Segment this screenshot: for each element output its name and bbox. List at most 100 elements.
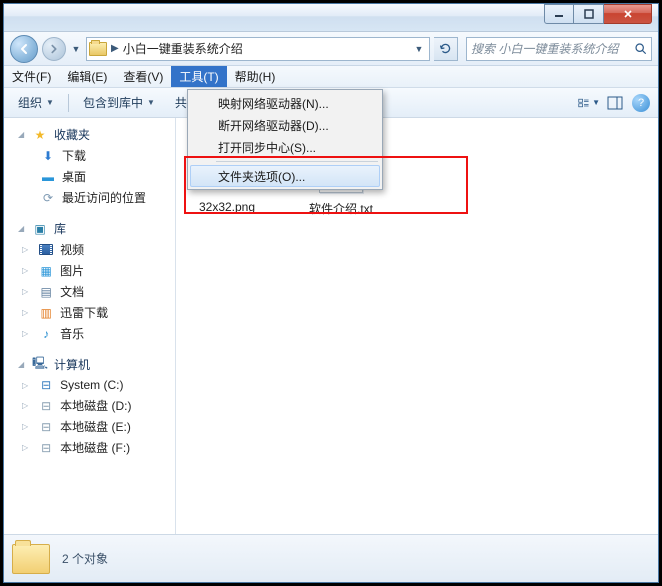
- sidebar-item-drive-c[interactable]: ▷ ⊟ System (C:): [4, 375, 175, 395]
- close-button[interactable]: [604, 4, 652, 24]
- maximize-button[interactable]: [574, 4, 604, 24]
- address-path: 小白一键重装系统介绍: [123, 40, 407, 57]
- menu-view[interactable]: 查看(V): [115, 66, 171, 87]
- explorer-window: ▼ ▶ 小白一键重装系统介绍 ▼ 搜索 小白一键重装系统介绍 文件(F) 编辑(…: [3, 3, 659, 583]
- item-label: 本地磁盘 (F:): [60, 439, 130, 456]
- organize-button[interactable]: 组织 ▼: [10, 91, 62, 114]
- drive-icon: ⊟: [38, 377, 54, 393]
- search-placeholder: 搜索 小白一键重装系统介绍: [471, 40, 630, 57]
- sidebar-item-downloads[interactable]: ⬇ 下载: [4, 145, 175, 166]
- expand-icon: ▷: [22, 266, 28, 275]
- picture-icon: ▦: [38, 263, 54, 279]
- chevron-down-icon: ▼: [147, 98, 155, 107]
- preview-pane-button[interactable]: [604, 92, 626, 114]
- thunder-icon: ▥: [38, 305, 54, 321]
- music-icon: ♪: [38, 326, 54, 342]
- menu-disconnect-network-drive[interactable]: 断开网络驱动器(D)...: [190, 114, 380, 136]
- document-icon: ▤: [38, 284, 54, 300]
- sidebar-item-thunder[interactable]: ▷ ▥ 迅雷下载: [4, 302, 175, 323]
- include-in-library-button[interactable]: 包含到库中 ▼: [75, 91, 163, 114]
- status-bar: 2 个对象: [4, 534, 658, 582]
- libraries-header[interactable]: ◢ ▣ 库: [4, 218, 175, 239]
- address-bar[interactable]: ▶ 小白一键重装系统介绍 ▼: [86, 37, 430, 61]
- download-icon: ⬇: [40, 148, 56, 164]
- drive-icon: ⊟: [38, 398, 54, 414]
- sidebar-item-music[interactable]: ▷♪音乐: [4, 323, 175, 344]
- libraries-group: ◢ ▣ 库 ▷视频 ▷▦图片 ▷▤文档 ▷▥迅雷下载 ▷♪音乐: [4, 218, 175, 344]
- collapse-icon: ◢: [18, 360, 26, 369]
- menu-open-sync-center[interactable]: 打开同步中心(S)...: [190, 136, 380, 158]
- nav-history-dropdown[interactable]: ▼: [70, 39, 82, 59]
- item-label: 文档: [60, 283, 84, 300]
- sidebar-item-pictures[interactable]: ▷ ▦ 图片: [4, 260, 175, 281]
- item-label: 最近访问的位置: [62, 189, 146, 206]
- help-button[interactable]: ?: [630, 92, 652, 114]
- item-label: 桌面: [62, 168, 86, 185]
- help-icon: ?: [632, 94, 650, 112]
- menu-bar: 文件(F) 编辑(E) 查看(V) 工具(T) 帮助(H): [4, 66, 658, 88]
- expand-icon: ▷: [22, 401, 28, 410]
- favorites-header[interactable]: ◢ ★ 收藏夹: [4, 124, 175, 145]
- star-icon: ★: [32, 127, 48, 143]
- sidebar-item-drive-f[interactable]: ▷ ⊟ 本地磁盘 (F:): [4, 437, 175, 458]
- expand-icon: ▷: [22, 443, 28, 452]
- expand-icon: ▷: [22, 329, 28, 338]
- menu-folder-options[interactable]: 文件夹选项(O)...: [190, 165, 380, 187]
- item-label: System (C:): [60, 378, 123, 392]
- menu-separator: [216, 161, 378, 162]
- sidebar-item-desktop[interactable]: ▬ 桌面: [4, 166, 175, 187]
- file-name: 32x32.png: [199, 200, 255, 214]
- favorites-group: ◢ ★ 收藏夹 ⬇ 下载 ▬ 桌面 ⟳ 最近访问的位置: [4, 124, 175, 208]
- view-options-button[interactable]: ▼: [578, 92, 600, 114]
- menu-help[interactable]: 帮助(H): [227, 66, 284, 87]
- tools-menu-dropdown: 映射网络驱动器(N)... 断开网络驱动器(D)... 打开同步中心(S)...…: [187, 89, 383, 190]
- menu-map-network-drive[interactable]: 映射网络驱动器(N)...: [190, 92, 380, 114]
- expand-icon: ▷: [22, 287, 28, 296]
- sidebar-item-recent[interactable]: ⟳ 最近访问的位置: [4, 187, 175, 208]
- breadcrumb-chevron-icon: ▶: [111, 43, 119, 54]
- item-label: 下载: [62, 147, 86, 164]
- include-label: 包含到库中: [83, 94, 143, 111]
- sidebar-item-drive-d[interactable]: ▷⊟本地磁盘 (D:): [4, 395, 175, 416]
- computer-group: ◢ 🖳 计算机 ▷⊟System (C:) ▷⊟本地磁盘 (D:) ▷⊟本地磁盘…: [4, 354, 175, 458]
- libraries-label: 库: [54, 220, 66, 237]
- chevron-down-icon: ▼: [46, 98, 54, 107]
- navigation-pane[interactable]: ◢ ★ 收藏夹 ⬇下载 ▬桌面 ⟳最近访问的位置 ◢ ▣ 库 ▷视频 ▷▦图片 …: [4, 118, 176, 534]
- expand-icon: ▷: [22, 245, 28, 254]
- status-text: 2 个对象: [62, 550, 108, 567]
- menu-file[interactable]: 文件(F): [4, 66, 59, 87]
- expand-icon: ▷: [22, 422, 28, 431]
- expand-icon: ▷: [22, 381, 28, 390]
- item-label: 图片: [60, 262, 84, 279]
- address-dropdown-icon[interactable]: ▼: [411, 44, 427, 54]
- refresh-button[interactable]: [434, 37, 458, 61]
- computer-icon: 🖳: [32, 357, 48, 373]
- drive-icon: ⊟: [38, 419, 54, 435]
- recent-icon: ⟳: [40, 190, 56, 206]
- desktop-icon: ▬: [40, 169, 56, 185]
- titlebar[interactable]: [4, 4, 658, 32]
- folder-icon: [12, 544, 50, 574]
- menu-tools[interactable]: 工具(T): [171, 66, 226, 87]
- search-box[interactable]: 搜索 小白一键重装系统介绍: [466, 37, 652, 61]
- computer-header[interactable]: ◢ 🖳 计算机: [4, 354, 175, 375]
- window-controls: [544, 12, 652, 24]
- expand-icon: ▷: [22, 308, 28, 317]
- forward-button[interactable]: [42, 37, 66, 61]
- drive-icon: ⊟: [38, 440, 54, 456]
- back-button[interactable]: [10, 35, 38, 63]
- search-icon: [634, 42, 647, 55]
- favorites-label: 收藏夹: [54, 126, 90, 143]
- file-name: 软件介绍.txt: [309, 200, 373, 217]
- minimize-button[interactable]: [544, 4, 574, 24]
- sidebar-item-drive-e[interactable]: ▷ ⊟ 本地磁盘 (E:): [4, 416, 175, 437]
- item-label: 本地磁盘 (E:): [60, 418, 131, 435]
- sidebar-item-videos[interactable]: ▷视频: [4, 239, 175, 260]
- menu-edit[interactable]: 编辑(E): [59, 66, 115, 87]
- chevron-down-icon: ▼: [592, 98, 600, 107]
- item-label: 迅雷下载: [60, 304, 108, 321]
- organize-label: 组织: [18, 94, 42, 111]
- separator: [68, 94, 69, 112]
- sidebar-item-documents[interactable]: ▷ ▤ 文档: [4, 281, 175, 302]
- computer-label: 计算机: [54, 356, 90, 373]
